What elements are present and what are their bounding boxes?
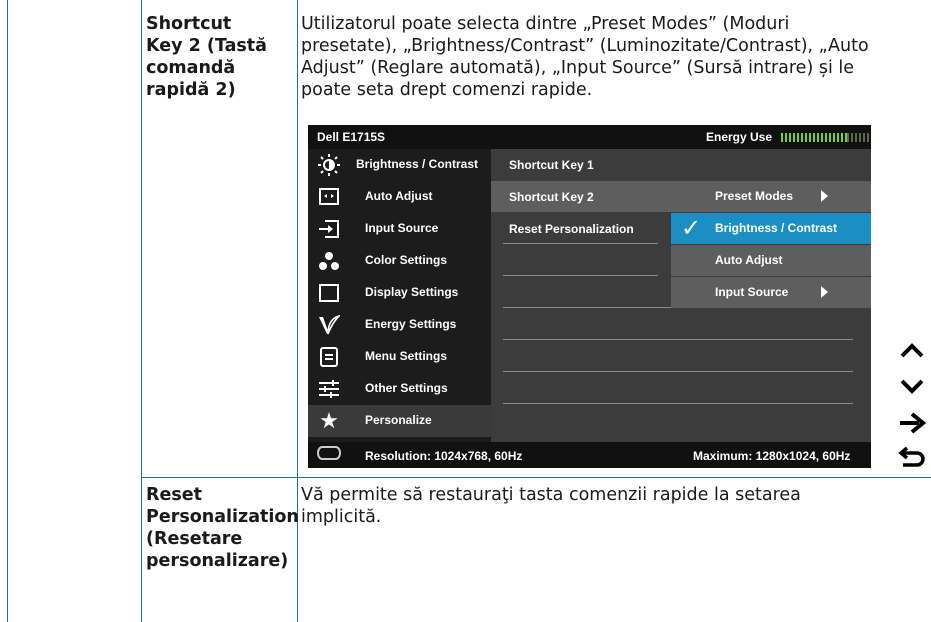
row-description-shortcut-key-2: Utilizatorul poate selecta dintre „Prese… (301, 13, 926, 101)
submenu-label: Input Source (715, 285, 789, 299)
submenu-label: Preset Modes (715, 189, 794, 203)
panel-item-shortcut-key-2[interactable]: Shortcut Key 2 (509, 190, 594, 204)
display-settings-icon (318, 282, 340, 304)
osd-header: Dell E1715S Energy Use (308, 125, 871, 149)
back-icon (897, 445, 927, 471)
osd-menu-label: Energy Settings (365, 317, 457, 331)
osd-menu-label: Display Settings (365, 285, 459, 299)
input-source-icon (318, 218, 340, 240)
osd-energy-label: Energy Use (706, 130, 773, 144)
enter-icon (897, 410, 927, 436)
osd-menu-label: Other Settings (365, 381, 448, 395)
triangle-right-icon (821, 286, 828, 298)
osd-menu-label: Auto Adjust (365, 189, 433, 203)
panel-divider (503, 339, 853, 340)
osd-menu-item-color-settings[interactable]: Color Settings (308, 245, 491, 277)
label-line: Personalization (146, 507, 299, 527)
osd-menu-item-auto-adjust[interactable]: Auto Adjust (308, 181, 491, 213)
other-settings-icon (318, 378, 340, 400)
osd-menu-item-other-settings[interactable]: Other Settings (308, 373, 491, 405)
label-line: Shortcut (146, 14, 232, 34)
osd-shortcut-submenu: Preset Modes ✓ Brightness / Contrast Aut… (671, 181, 871, 308)
osd-main-menu: Brightness / Contrast Auto Adjust Input … (308, 149, 491, 442)
osd-menu-item-brightness[interactable]: Brightness / Contrast (308, 149, 491, 181)
desc-line: Adjust” (Reglare automată), „Input Sourc… (301, 58, 855, 78)
menu-settings-icon (318, 346, 340, 368)
desc-line: poate seta drept comenzi rapide. (301, 80, 593, 100)
panel-item-reset-personalization[interactable]: Reset Personalization (509, 222, 634, 236)
panel-item-shortcut-key-1[interactable]: Shortcut Key 1 (509, 158, 594, 172)
row-label-reset-personalization: Reset Personalization (Resetare personal… (146, 484, 299, 572)
row-description-reset-personalization: Vă permite să restauraţi tasta comenzii … (301, 484, 926, 528)
osd-menu-label: Input Source (365, 221, 439, 235)
label-line: (Resetare (146, 529, 243, 549)
osd-menu-label: Color Settings (365, 253, 448, 267)
desc-line: implicită. (301, 507, 382, 527)
osd-resolution: Resolution: 1024x768, 60Hz (365, 449, 523, 463)
down-icon (897, 374, 927, 400)
color-settings-icon (318, 250, 340, 272)
up-icon (897, 337, 927, 363)
osd-menu-item-input-source[interactable]: Input Source (308, 213, 491, 245)
auto-adjust-icon (318, 186, 340, 208)
submenu-item-brightness-contrast[interactable]: ✓ Brightness / Contrast (671, 213, 871, 244)
energy-bar-unused (847, 133, 869, 142)
osd-menu-label: Personalize (365, 413, 432, 427)
osd-menu-label: Brightness / Contrast (356, 157, 479, 171)
panel-divider (503, 371, 853, 372)
osd-model-name: Dell E1715S (317, 130, 386, 144)
label-line: comandă (146, 58, 236, 78)
brightness-icon (318, 154, 340, 176)
osd-personalize-panel: Shortcut Key 1 Shortcut Key 2 Reset Pers… (491, 149, 871, 442)
osd-menu-item-personalize[interactable]: ★ Personalize (308, 405, 491, 437)
triangle-right-icon (821, 190, 828, 202)
desc-line: Utilizatorul poate selecta dintre „Prese… (301, 14, 790, 34)
vga-connector-icon (317, 446, 341, 460)
label-line: Key 2 (Tastă (146, 36, 267, 56)
desc-line: presetate), „Brightness/Contrast” (Lumin… (301, 36, 869, 56)
osd-menu-item-energy-settings[interactable]: Energy Settings (308, 309, 491, 341)
osd-menu-label: Menu Settings (365, 349, 448, 363)
desc-line: Vă permite să restauraţi tasta comenzii … (301, 485, 801, 505)
submenu-label: Auto Adjust (715, 253, 783, 267)
column-divider-1 (141, 0, 142, 622)
osd-maximum-resolution: Maximum: 1280x1024, 60Hz (693, 449, 851, 463)
osd-menu-screenshot: Dell E1715S Energy Use Brightness / Cont… (308, 125, 871, 468)
panel-divider (503, 403, 853, 404)
label-line: personalizare) (146, 551, 289, 571)
label-line: rapidă 2) (146, 80, 236, 100)
energy-settings-icon (318, 314, 342, 336)
row-divider (141, 477, 931, 478)
column-divider-2 (297, 0, 298, 622)
osd-menu-item-menu-settings[interactable]: Menu Settings (308, 341, 491, 373)
table-left-border (7, 0, 8, 622)
star-icon: ★ (319, 408, 339, 433)
submenu-item-preset-modes[interactable]: Preset Modes (671, 181, 871, 212)
submenu-item-input-source[interactable]: Input Source (671, 277, 871, 308)
submenu-item-auto-adjust[interactable]: Auto Adjust (671, 245, 871, 276)
osd-menu-item-display-settings[interactable]: Display Settings (308, 277, 491, 309)
submenu-label: Brightness / Contrast (715, 221, 838, 235)
row-label-shortcut-key-2: Shortcut Key 2 (Tastă comandă rapidă 2) (146, 13, 296, 101)
energy-use-bar (781, 133, 869, 142)
label-line: Reset (146, 485, 202, 505)
checkmark-icon: ✓ (681, 215, 702, 242)
panel-divider (503, 275, 658, 276)
osd-footer: Resolution: 1024x768, 60Hz Maximum: 1280… (308, 442, 871, 468)
panel-divider (503, 243, 658, 244)
